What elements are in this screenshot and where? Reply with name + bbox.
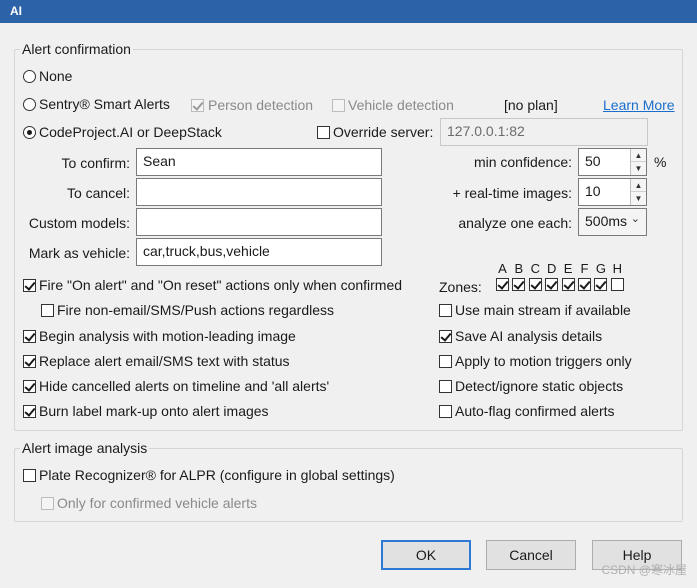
analyze-one-each-value: 500ms xyxy=(585,213,628,229)
none-radio[interactable] xyxy=(23,70,36,83)
option-checkbox[interactable] xyxy=(23,279,36,292)
zone-checkbox[interactable] xyxy=(545,278,559,291)
option-label: Detect/ignore static objects xyxy=(455,378,624,394)
to-confirm-field[interactable]: Sean xyxy=(136,148,382,176)
option-checkbox[interactable] xyxy=(23,380,36,393)
mark-as-vehicle-field[interactable]: car,truck,bus,vehicle xyxy=(136,238,382,266)
image-analysis-legend: Alert image analysis xyxy=(20,440,150,456)
min-confidence-label: min confidence: xyxy=(473,154,572,170)
option-label: Burn label mark-up onto alert images xyxy=(39,403,269,419)
option-checkbox[interactable] xyxy=(23,405,36,418)
alert-confirmation-legend: Alert confirmation xyxy=(20,41,133,57)
zone-letter: G xyxy=(595,261,606,276)
option-checkbox[interactable] xyxy=(439,330,452,343)
learn-more-link[interactable]: Learn More xyxy=(603,97,675,113)
zones-label: Zones: xyxy=(439,279,482,295)
mark-as-vehicle-label: Mark as vehicle: xyxy=(28,245,130,261)
vehicle-alerts-only-checkbox[interactable] xyxy=(41,497,54,510)
window-title-bar: AI xyxy=(0,0,697,23)
zone-checkbox[interactable] xyxy=(578,278,591,291)
window-title: AI xyxy=(10,4,22,18)
option-checkbox[interactable] xyxy=(439,355,452,368)
zone-checkbox[interactable] xyxy=(512,278,526,291)
percent-label: % xyxy=(654,154,667,170)
person-detection-label: Person detection xyxy=(208,97,314,113)
plate-recognizer-checkbox[interactable] xyxy=(23,469,36,482)
option-label: Begin analysis with motion-leading image xyxy=(39,328,296,344)
plan-status: [no plan] xyxy=(504,97,558,113)
zone-letter: E xyxy=(563,261,573,276)
vehicle-alerts-only-label: Only for confirmed vehicle alerts xyxy=(57,495,257,511)
option-label: Fire non-email/SMS/Push actions regardle… xyxy=(57,302,335,318)
realtime-images-label: + real-time images: xyxy=(452,185,572,201)
cancel-button[interactable]: Cancel xyxy=(486,540,576,570)
watermark: CSDN @寒冰屋 xyxy=(601,563,687,577)
option-label: Auto-flag confirmed alerts xyxy=(455,403,615,419)
vehicle-detection-label: Vehicle detection xyxy=(348,97,454,113)
analyze-one-each-dropdown[interactable]: 500ms ⌄ xyxy=(578,208,647,236)
zone-checkbox[interactable] xyxy=(528,278,542,291)
option-label: Replace alert email/SMS text with status xyxy=(39,353,290,369)
vehicle-detection-checkbox[interactable] xyxy=(332,99,345,112)
zone-checkbox[interactable] xyxy=(496,278,509,291)
zone-letter: F xyxy=(580,261,589,276)
custom-models-label: Custom models: xyxy=(28,215,130,231)
none-label: None xyxy=(39,68,73,84)
realtime-spin-buttons[interactable]: ▲ ▼ xyxy=(630,179,646,205)
chevron-down-icon: ⌄ xyxy=(630,213,640,225)
spin-up-icon[interactable]: ▲ xyxy=(631,149,646,162)
to-confirm-label: To confirm: xyxy=(61,155,130,171)
codeproject-label: CodeProject.AI or DeepStack xyxy=(39,124,222,140)
sentry-label: Sentry® Smart Alerts xyxy=(39,96,170,112)
override-server-checkbox[interactable] xyxy=(317,126,330,139)
override-server-field[interactable]: 127.0.0.1:82 xyxy=(440,118,648,146)
zone-letter: D xyxy=(546,261,557,276)
realtime-images-spinner[interactable]: 10 ▲ ▼ xyxy=(578,178,647,206)
option-checkbox[interactable] xyxy=(439,380,452,393)
option-checkbox[interactable] xyxy=(23,330,36,343)
option-label: Hide cancelled alerts on timeline and 'a… xyxy=(39,378,330,394)
spin-down-icon[interactable]: ▼ xyxy=(631,192,646,205)
to-cancel-label: To cancel: xyxy=(66,185,130,201)
option-label: Fire "On alert" and "On reset" actions o… xyxy=(39,277,403,293)
min-confidence-spinner[interactable]: 50 ▲ ▼ xyxy=(578,148,647,176)
zone-letter: A xyxy=(498,261,507,276)
plate-recognizer-label: Plate Recognizer® for ALPR (configure in… xyxy=(39,467,395,483)
spin-down-icon[interactable]: ▼ xyxy=(631,162,646,175)
to-cancel-field[interactable] xyxy=(136,178,382,206)
analyze-one-each-label: analyze one each: xyxy=(458,215,572,231)
custom-models-field[interactable] xyxy=(136,208,382,236)
zone-checkbox[interactable] xyxy=(594,278,608,291)
zone-letter: C xyxy=(530,261,540,276)
override-server-label: Override server: xyxy=(333,124,434,140)
person-detection-checkbox[interactable] xyxy=(191,99,204,112)
codeproject-radio[interactable] xyxy=(23,126,36,139)
option-label: Use main stream if available xyxy=(455,302,631,318)
option-checkbox[interactable] xyxy=(41,304,54,317)
zone-letter: H xyxy=(612,261,622,276)
min-confidence-value: 50 xyxy=(585,153,601,169)
option-label: Apply to motion triggers only xyxy=(455,353,632,369)
option-checkbox[interactable] xyxy=(439,304,452,317)
zone-checkbox[interactable] xyxy=(561,278,575,291)
realtime-images-value: 10 xyxy=(585,183,601,199)
option-label: Save AI analysis details xyxy=(455,328,603,344)
zone-letter: B xyxy=(514,261,524,276)
min-confidence-spin-buttons[interactable]: ▲ ▼ xyxy=(630,149,646,175)
spin-up-icon[interactable]: ▲ xyxy=(631,179,646,192)
option-checkbox[interactable] xyxy=(23,355,36,368)
ok-button[interactable]: OK xyxy=(381,540,471,570)
sentry-radio[interactable] xyxy=(23,98,36,111)
zone-checkbox[interactable] xyxy=(610,278,624,291)
option-checkbox[interactable] xyxy=(439,405,452,418)
